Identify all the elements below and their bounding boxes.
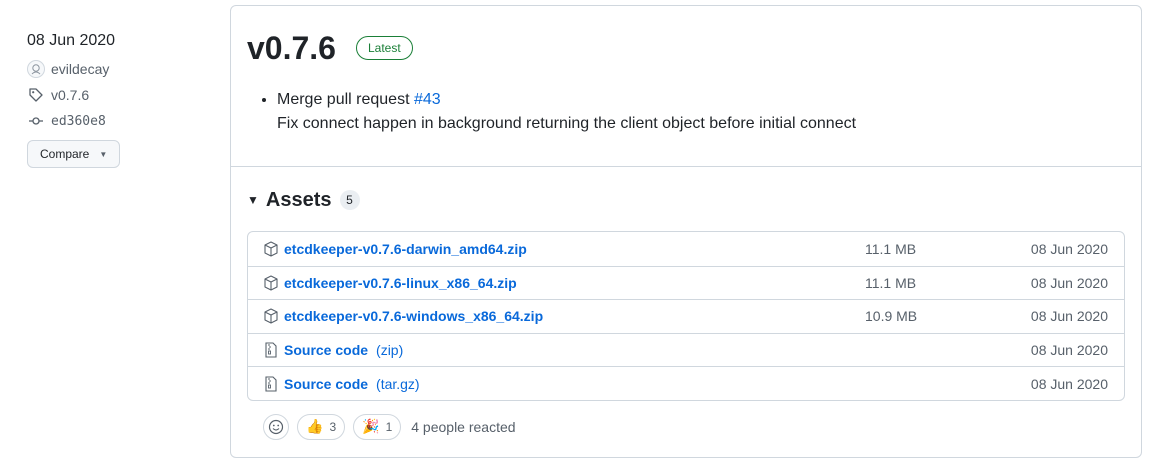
release-date: 08 Jun 2020 (27, 32, 116, 49)
asset-row: etcdkeeper-v0.7.6-darwin_amd64.zip 11.1 … (248, 232, 1124, 266)
release-sidebar: 08 Jun 2020 evildecay v0.7.6 ed360e8 Com… (27, 30, 217, 168)
triangle-down-icon: ▼ (247, 193, 259, 207)
package-icon (264, 275, 278, 291)
note-prefix: Merge pull request (277, 91, 410, 108)
commit-row[interactable]: ed360e8 (27, 112, 217, 130)
assets-count-badge: 5 (339, 190, 360, 210)
source-code-format[interactable]: (tar.gz) (376, 376, 420, 392)
release-card: v0.7.6 Latest Merge pull request #43 Fix… (230, 5, 1142, 458)
reactions-bar: 👍 3 🎉 1 4 people reacted (247, 413, 1125, 440)
author-row[interactable]: evildecay (27, 60, 217, 78)
source-code-link[interactable]: Source code (284, 376, 368, 392)
pull-request-link[interactable]: #43 (414, 91, 441, 108)
tag-icon (27, 87, 45, 103)
asset-date: 08 Jun 2020 (1030, 240, 1108, 257)
release-header: v0.7.6 Latest Merge pull request #43 Fix… (231, 6, 1141, 167)
tag-label[interactable]: v0.7.6 (51, 87, 89, 103)
avatar-icon (31, 64, 41, 75)
asset-date: 08 Jun 2020 (1030, 375, 1108, 392)
asset-size: 11.1 MB (865, 240, 917, 257)
tag-row[interactable]: v0.7.6 (27, 86, 217, 104)
assets-section: ▼ Assets 5 etcdkeeper-v0.7.6-darwin_amd6… (231, 167, 1141, 440)
asset-size: 11.1 MB (865, 274, 917, 291)
git-commit-icon (27, 113, 45, 129)
asset-download-link[interactable]: etcdkeeper-v0.7.6-darwin_amd64.zip (284, 241, 527, 257)
note-detail: Fix connect happen in background returni… (277, 115, 857, 132)
asset-row: etcdkeeper-v0.7.6-windows_x86_64.zip 10.… (248, 299, 1124, 333)
source-code-link[interactable]: Source code (284, 342, 368, 358)
asset-row: Source code (zip) 08 Jun 2020 (248, 332, 1124, 367)
add-reaction-button[interactable] (263, 413, 289, 440)
thumbs-up-count: 3 (329, 419, 337, 434)
thumbs-up-reaction[interactable]: 👍 3 (297, 413, 346, 440)
tada-count: 1 (385, 419, 393, 434)
release-note-item: Merge pull request #43 Fix connect happe… (277, 88, 1125, 136)
compare-button-label: Compare (40, 147, 90, 161)
release-title[interactable]: v0.7.6 (247, 30, 336, 67)
latest-badge: Latest (355, 36, 413, 60)
smiley-icon (268, 419, 284, 435)
asset-row: Source code (tar.gz) 08 Jun 2020 (248, 366, 1124, 400)
tada-reaction[interactable]: 🎉 1 (353, 413, 402, 440)
asset-date: 08 Jun 2020 (1030, 274, 1108, 291)
assets-heading: Assets (265, 188, 332, 211)
file-zip-icon (264, 342, 278, 358)
package-icon (264, 241, 278, 257)
asset-row: etcdkeeper-v0.7.6-linux_x86_64.zip 11.1 … (248, 265, 1124, 300)
chevron-down-icon: ▼ (99, 149, 108, 159)
tada-icon: 🎉 (362, 418, 380, 435)
author-name[interactable]: evildecay (51, 61, 109, 77)
avatar[interactable] (27, 60, 45, 78)
asset-date: 08 Jun 2020 (1030, 308, 1108, 325)
reactions-summary: 4 people reacted (411, 418, 516, 435)
asset-size: 10.9 MB (865, 308, 918, 325)
release-notes: Merge pull request #43 Fix connect happe… (247, 88, 1125, 136)
asset-download-link[interactable]: etcdkeeper-v0.7.6-windows_x86_64.zip (284, 308, 543, 324)
compare-button[interactable]: Compare ▼ (27, 140, 121, 168)
asset-download-link[interactable]: etcdkeeper-v0.7.6-linux_x86_64.zip (284, 275, 517, 291)
commit-sha[interactable]: ed360e8 (51, 114, 106, 129)
file-zip-icon (264, 376, 278, 392)
source-code-format[interactable]: (zip) (376, 342, 403, 358)
asset-list: etcdkeeper-v0.7.6-darwin_amd64.zip 11.1 … (247, 231, 1125, 401)
assets-toggle[interactable]: ▼ Assets 5 (247, 187, 1125, 213)
thumbs-up-icon: 👍 (306, 418, 324, 435)
package-icon (264, 308, 278, 325)
asset-date: 08 Jun 2020 (1030, 342, 1108, 359)
